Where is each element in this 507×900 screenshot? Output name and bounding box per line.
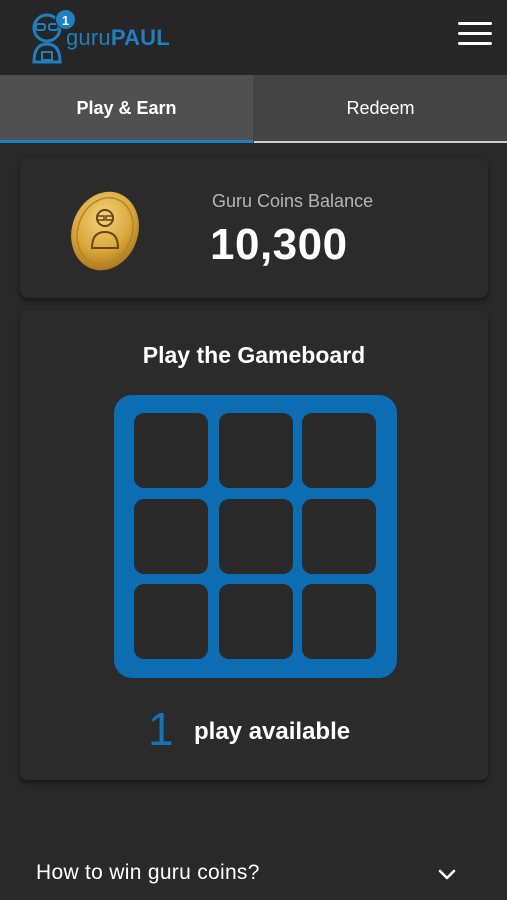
app-screen: 1 guruPAUL Play & Earn Redeem Guru Coins…	[0, 0, 507, 900]
guru-paul-logo[interactable]: 1 guruPAUL	[28, 6, 188, 66]
coins-balance-card: Guru Coins Balance 10,300	[20, 158, 488, 298]
top-header: 1 guruPAUL	[0, 0, 507, 75]
gold-coin-icon	[71, 191, 139, 271]
gameboard-cell-3[interactable]	[302, 413, 376, 488]
brand-suffix: PAUL	[110, 25, 170, 50]
gameboard-cell-2[interactable]	[219, 413, 293, 488]
gameboard-cell-1[interactable]	[134, 413, 208, 488]
plays-count: 1	[148, 703, 174, 755]
tab-play-and-earn[interactable]: Play & Earn	[0, 75, 253, 143]
gameboard-card: Play the Gameboard 1 play available	[20, 310, 488, 780]
plays-text: play available	[194, 718, 351, 745]
brand-prefix: guru	[66, 25, 111, 50]
chevron-down-icon[interactable]	[436, 867, 458, 883]
brand-name: guruPAUL	[66, 25, 170, 51]
gameboard-cell-5[interactable]	[219, 499, 293, 574]
tab-redeem[interactable]: Redeem	[254, 75, 507, 143]
gameboard-cell-4[interactable]	[134, 499, 208, 574]
gameboard-grid[interactable]	[114, 395, 397, 678]
tab-bar: Play & Earn Redeem	[0, 75, 507, 143]
gameboard-cell-7[interactable]	[134, 584, 208, 659]
balance-value: 10,300	[210, 220, 348, 269]
balance-label: Guru Coins Balance	[212, 191, 374, 211]
menu-line-top	[458, 22, 492, 25]
menu-line-middle	[458, 32, 492, 35]
faq-question: How to win guru coins?	[36, 861, 260, 884]
gameboard-cell-9[interactable]	[302, 584, 376, 659]
hamburger-menu-icon[interactable]	[452, 18, 492, 52]
gameboard-cell-8[interactable]	[219, 584, 293, 659]
gameboard-cell-6[interactable]	[302, 499, 376, 574]
gameboard-title: Play the Gameboard	[142, 342, 366, 368]
faq-how-to-win[interactable]: How to win guru coins?	[0, 845, 507, 900]
menu-line-bottom	[458, 42, 492, 45]
